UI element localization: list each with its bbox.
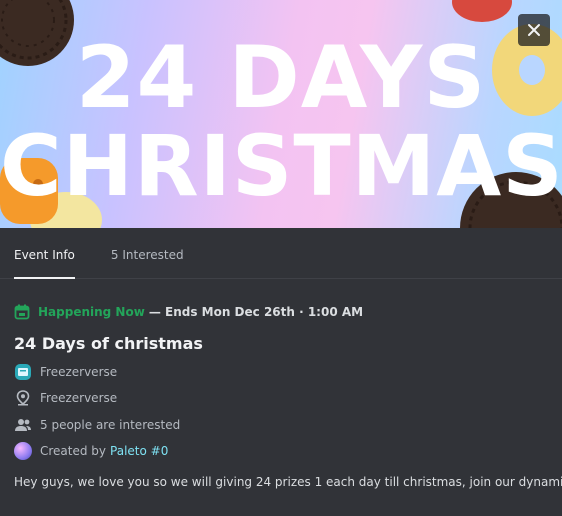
fruit-decoration [452,0,512,22]
event-location: Freezerverse [40,391,118,405]
event-end-time: — Ends Mon Dec 26th · 1:00 AM [148,305,364,319]
event-location-row: Freezerverse [14,388,548,408]
event-content: Happening Now — Ends Mon Dec 26th · 1:00… [0,303,562,489]
event-interested-row: 5 people are interested [14,415,548,435]
close-button[interactable] [518,14,550,46]
event-server-row[interactable]: Freezerverse [14,362,548,382]
close-icon [528,24,540,36]
event-status: Happening Now — Ends Mon Dec 26th · 1:00… [14,303,548,321]
event-banner: 24 DAYS CHRISTMAS [0,0,562,228]
creator-username[interactable]: Paleto #0 [110,444,168,458]
happening-now-label: Happening Now [38,305,145,319]
calendar-icon [14,304,30,320]
event-server-name: Freezerverse [40,364,118,379]
banner-title-line1: 24 DAYS [75,28,487,128]
event-creator-row: Created by Paleto #0 [14,441,548,461]
server-icon [14,363,32,381]
tab-event-info[interactable]: Event Info [14,248,75,279]
created-by-label: Created by [40,444,107,458]
interested-count: 5 people are interested [40,417,181,432]
location-pin-icon [14,389,32,407]
avatar[interactable] [14,442,32,460]
event-modal: 24 DAYS CHRISTMAS Event Info 5 Intereste… [0,0,562,516]
creator-avatar-wrap [14,442,32,460]
banner-title-line2: CHRISTMAS [0,117,562,215]
tab-interested[interactable]: 5 Interested [111,248,184,278]
people-icon [14,416,32,434]
event-description: Hey guys, we love you so we will giving … [14,475,562,489]
event-title: 24 Days of christmas [14,334,203,353]
event-tabs: Event Info 5 Interested [0,228,562,279]
